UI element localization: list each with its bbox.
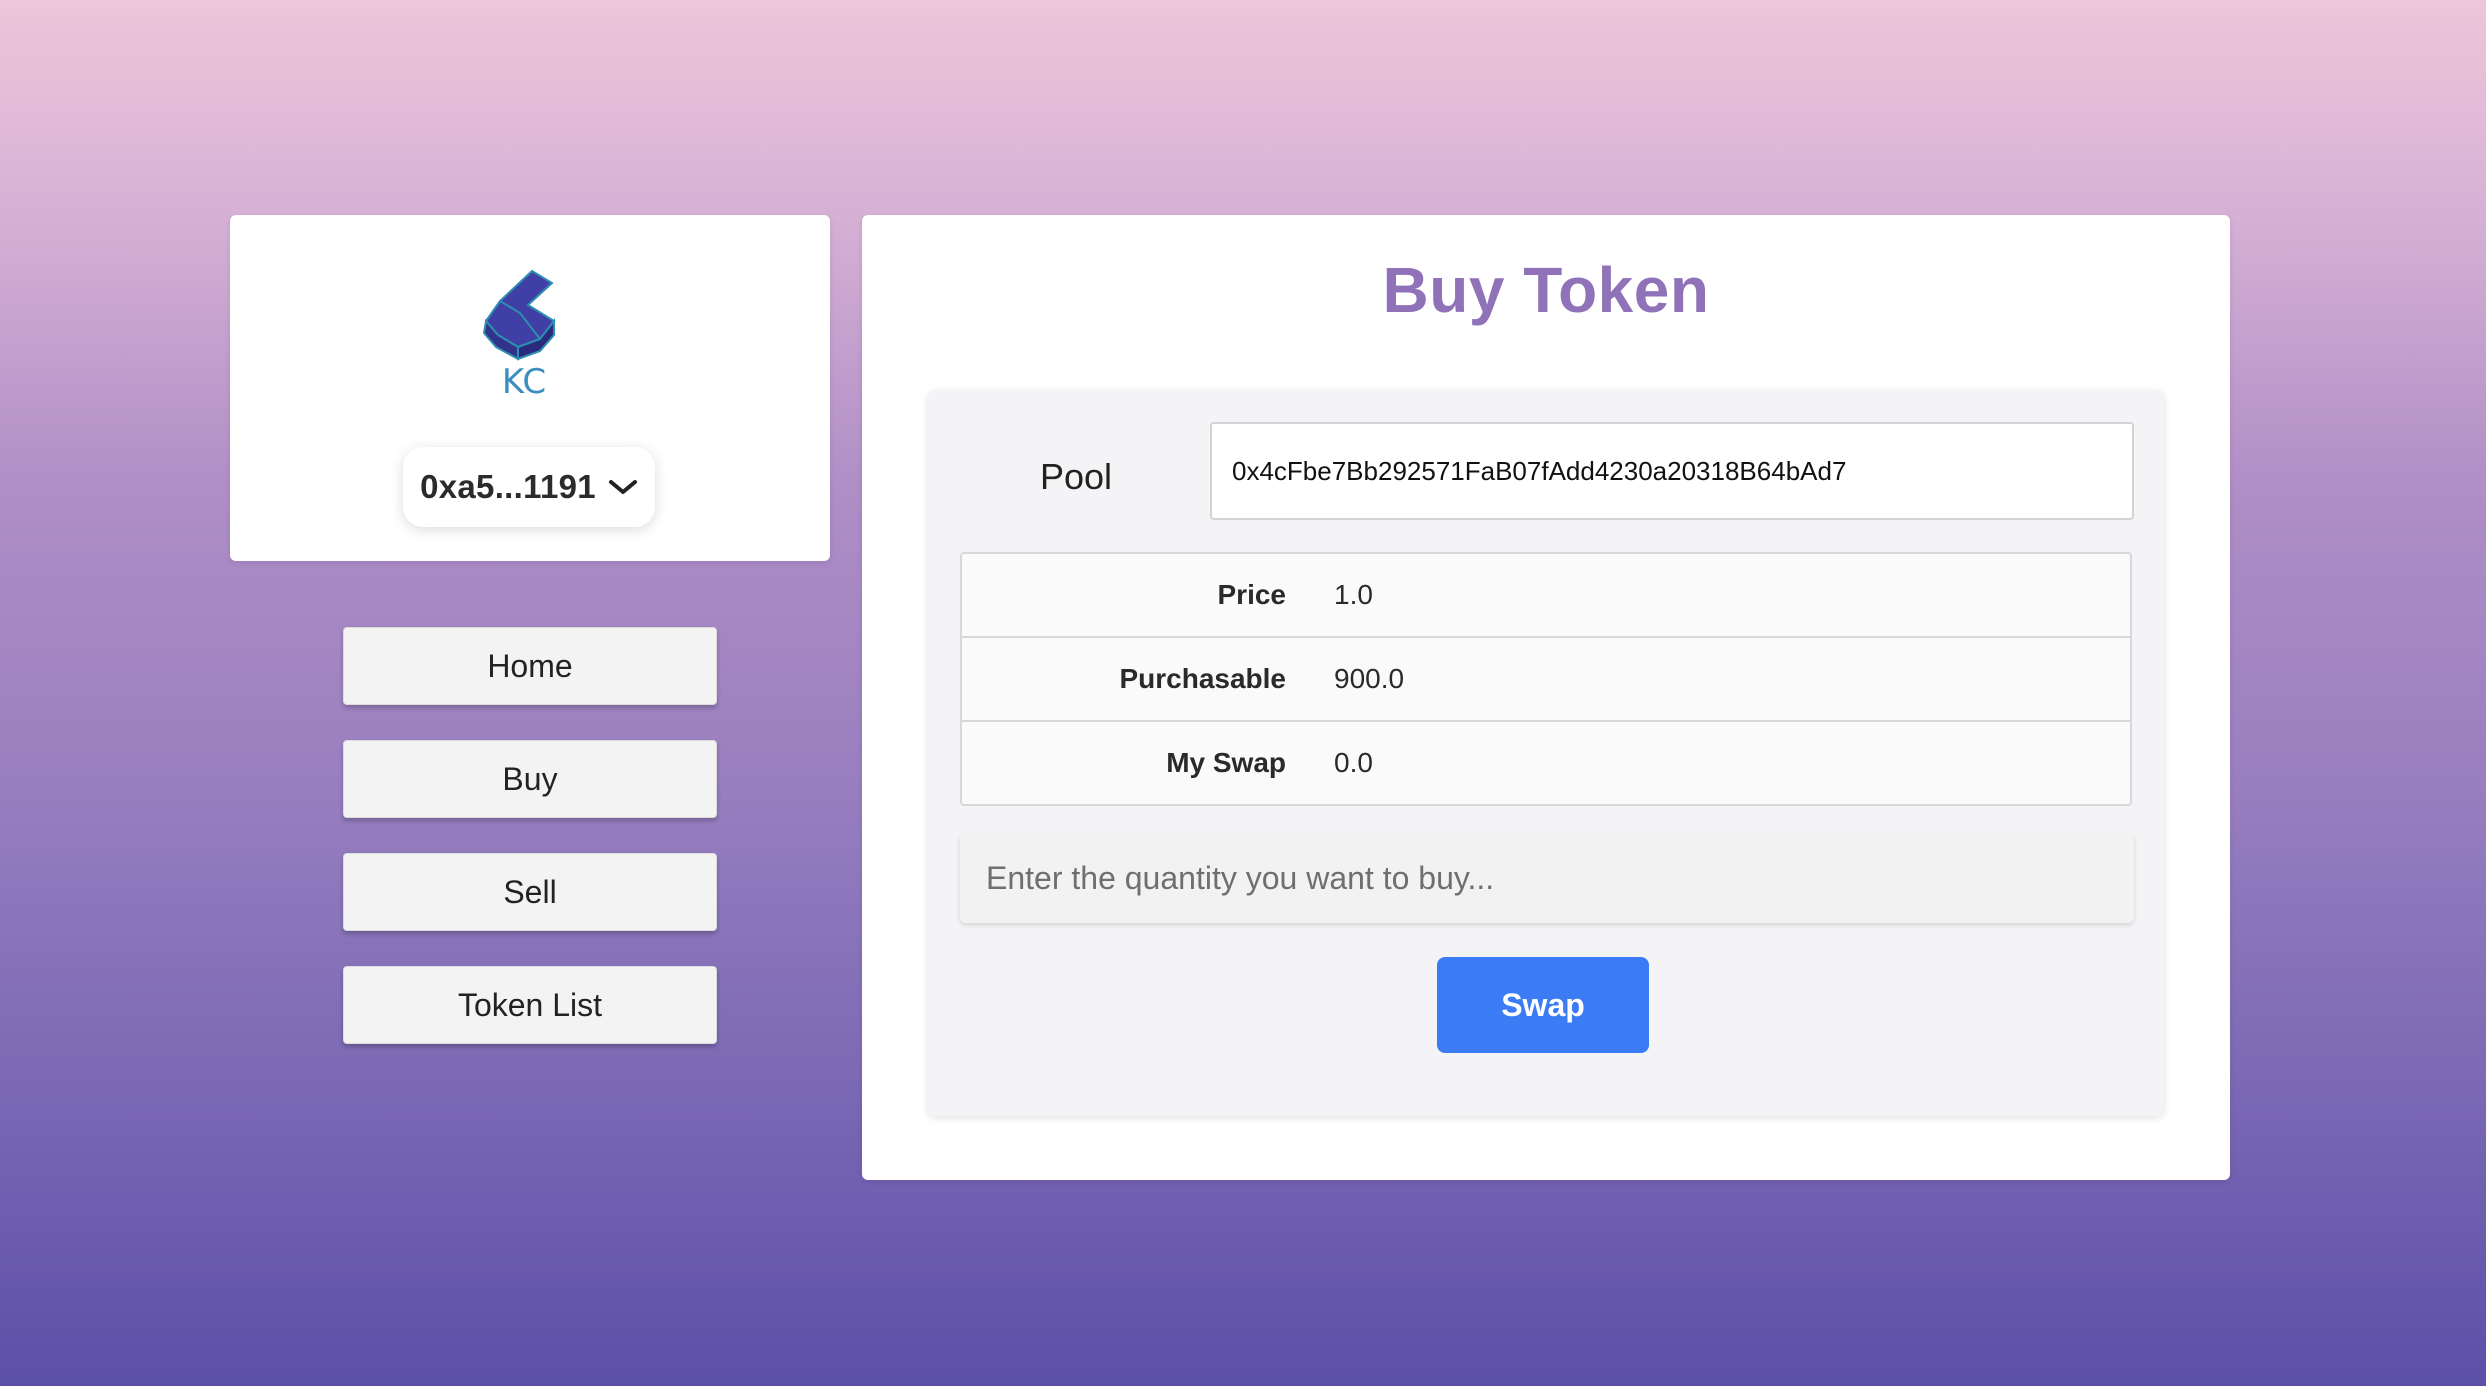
nav-sell-button[interactable]: Sell [343,853,717,931]
kc-logo: KC [482,269,556,402]
quantity-input[interactable] [960,833,2134,923]
page-title: Buy Token [1382,254,1710,326]
buy-token-card: Buy Token Pool Price 1.0 Purchasable 900… [862,215,2230,1180]
chevron-down-icon [608,480,637,494]
nav-buy-button[interactable]: Buy [343,740,717,818]
info-row-price: Price 1.0 [962,554,2130,636]
price-value: 1.0 [1334,579,1373,610]
info-row-purchasable: Purchasable 900.0 [962,636,2130,720]
pool-info-table: Price 1.0 Purchasable 900.0 My Swap 0.0 [960,552,2132,806]
logo-text: KC [502,362,546,402]
wallet-address: 0xa5...1191 [420,468,596,505]
wallet-selector[interactable]: 0xa5...1191 [403,447,655,527]
profile-card: KC 0xa5...1191 [230,215,830,561]
nav-home-button[interactable]: Home [343,627,717,705]
nav-token-list-button[interactable]: Token List [343,966,717,1044]
info-row-my-swap: My Swap 0.0 [962,720,2130,804]
purchasable-value: 900.0 [1334,663,1405,694]
pool-label: Pool [1040,456,1113,497]
swap-panel: Pool Price 1.0 Purchasable 900.0 My Swap… [928,390,2164,1116]
pool-address-field[interactable] [1210,422,2134,520]
swap-button[interactable]: Swap [1437,957,1649,1053]
price-label: Price [1217,579,1287,610]
my-swap-label: My Swap [1166,747,1286,778]
my-swap-value: 0.0 [1334,747,1373,778]
purchasable-label: Purchasable [1119,663,1286,694]
